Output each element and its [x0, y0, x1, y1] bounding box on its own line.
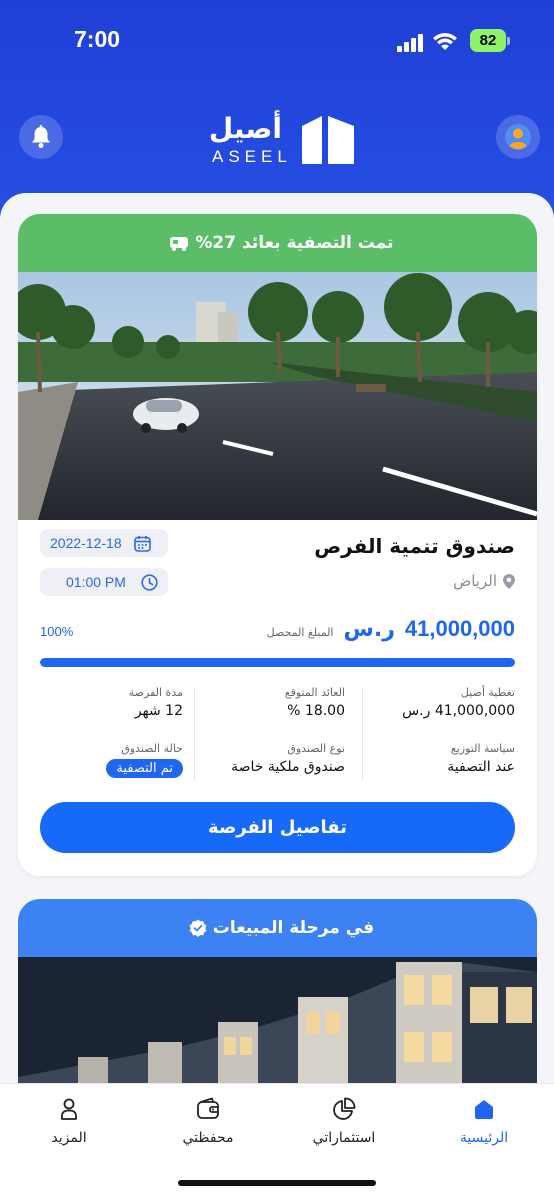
- distribution-label: سياسة التوزيع: [450, 742, 515, 755]
- coverage-label: تغطية أصيل: [460, 686, 515, 699]
- opportunity-details-button[interactable]: تفاصيل الفرصة: [40, 802, 515, 853]
- townhouses-night-image: [18, 957, 537, 1099]
- tab-investments-label: استثماراتي: [312, 1130, 376, 1146]
- user-icon: [61, 1098, 77, 1120]
- profile-avatar-icon: [505, 124, 531, 150]
- coverage-cell: تغطية أصيل 41,000,000 ر.س: [357, 686, 515, 719]
- time-text: 01:00 PM: [66, 574, 126, 590]
- tab-investments[interactable]: استثماراتي: [284, 1096, 404, 1146]
- tab-wallet[interactable]: محفظتي: [148, 1096, 268, 1146]
- road-palms-image: [18, 272, 537, 520]
- tab-wallet-label: محفظتي: [182, 1130, 234, 1146]
- logo-arabic-text: أصيل: [208, 112, 282, 145]
- fund-title: صندوق تنمية الفرص: [314, 534, 515, 558]
- opportunity-card-2[interactable]: في مرحلة المبيعات: [18, 899, 537, 1099]
- sales-phase-banner: في مرحلة المبيعات: [18, 899, 537, 957]
- calendar-icon: [133, 535, 151, 552]
- profile-button[interactable]: [496, 115, 540, 159]
- amount-currency: ر.س: [343, 617, 395, 642]
- pie-chart-icon: [333, 1097, 356, 1120]
- banner-text: في مرحلة المبيعات: [212, 918, 375, 938]
- info-divider: [362, 688, 363, 780]
- amount-value: 41,000,000: [404, 616, 515, 641]
- duration-cell: مدة الفرصة 12 شهر: [25, 686, 183, 719]
- location-pin-icon: [503, 573, 515, 589]
- fund-type-value: صندوق ملكية خاصة: [231, 759, 345, 775]
- logo-mark-icon: [302, 116, 354, 164]
- home-indicator: [178, 1180, 376, 1186]
- battery-icon: 82: [470, 29, 510, 52]
- status-time: 7:00: [74, 26, 121, 52]
- truck-icon: [170, 237, 189, 251]
- coverage-value: 41,000,000 ر.س: [402, 703, 515, 719]
- expected-return-label: العائد المتوقع: [284, 686, 345, 699]
- notifications-button[interactable]: [19, 115, 63, 159]
- fund-status-cell: حالة الصندوق تم التصفية: [25, 742, 183, 778]
- funding-progress-fill: [40, 658, 515, 667]
- liquidation-banner: تمت التصفية بعائد 27%: [18, 214, 537, 272]
- fund-info-grid: تغطية أصيل 41,000,000 ر.س العائد المتوقع…: [40, 686, 515, 790]
- amount-label: المبلغ المحصل: [266, 626, 334, 639]
- duration-label: مدة الفرصة: [128, 686, 183, 699]
- verified-badge-icon: [189, 919, 207, 937]
- tab-home-label: الرئيسية: [459, 1130, 509, 1146]
- distribution-cell: سياسة التوزيع عند التصفية: [357, 742, 515, 775]
- duration-value: 12 شهر: [134, 703, 183, 719]
- fund-status-label: حالة الصندوق: [121, 742, 183, 755]
- banner-text: تمت التصفية بعائد 27%: [195, 233, 394, 253]
- collected-amount: 41,000,000 ر.س المبلغ المحصل: [267, 616, 515, 642]
- tab-home[interactable]: الرئيسية: [424, 1096, 544, 1146]
- expected-return-value: 18.00 %: [287, 703, 345, 719]
- funding-percent: 100%: [40, 624, 74, 639]
- status-bar: 7:00 82: [0, 0, 554, 84]
- aseel-logo: أصيل ASEEL: [200, 110, 360, 170]
- bell-icon: [32, 125, 50, 148]
- battery-level: 82: [470, 29, 506, 52]
- fund-type-label: نوع الصندوق: [287, 742, 345, 755]
- location: الرياض: [453, 572, 515, 590]
- cellular-signal-icon: [397, 34, 425, 52]
- date-chip: 2022-12-18: [40, 529, 168, 557]
- fund-status-badge: تم التصفية: [106, 759, 183, 778]
- wallet-icon: [197, 1097, 219, 1119]
- info-divider: [194, 688, 195, 780]
- expected-return-cell: العائد المتوقع 18.00 %: [187, 686, 345, 719]
- date-text: 2022-12-18: [50, 535, 122, 551]
- tab-more[interactable]: المزيد: [9, 1096, 129, 1146]
- clock-icon: [141, 573, 158, 591]
- distribution-value: عند التصفية: [447, 759, 515, 775]
- fund-type-cell: نوع الصندوق صندوق ملكية خاصة: [187, 742, 345, 775]
- time-chip: 01:00 PM: [40, 568, 168, 596]
- funding-progress-bar: [40, 658, 515, 667]
- logo-english-text: ASEEL: [212, 147, 292, 166]
- home-icon: [475, 1100, 493, 1119]
- tab-more-label: المزيد: [51, 1130, 87, 1146]
- wifi-icon: [433, 33, 457, 50]
- opportunity-card[interactable]: تمت التصفية بعائد 27% صندوق تنمية الفرص …: [18, 214, 537, 876]
- location-text: الرياض: [453, 572, 497, 590]
